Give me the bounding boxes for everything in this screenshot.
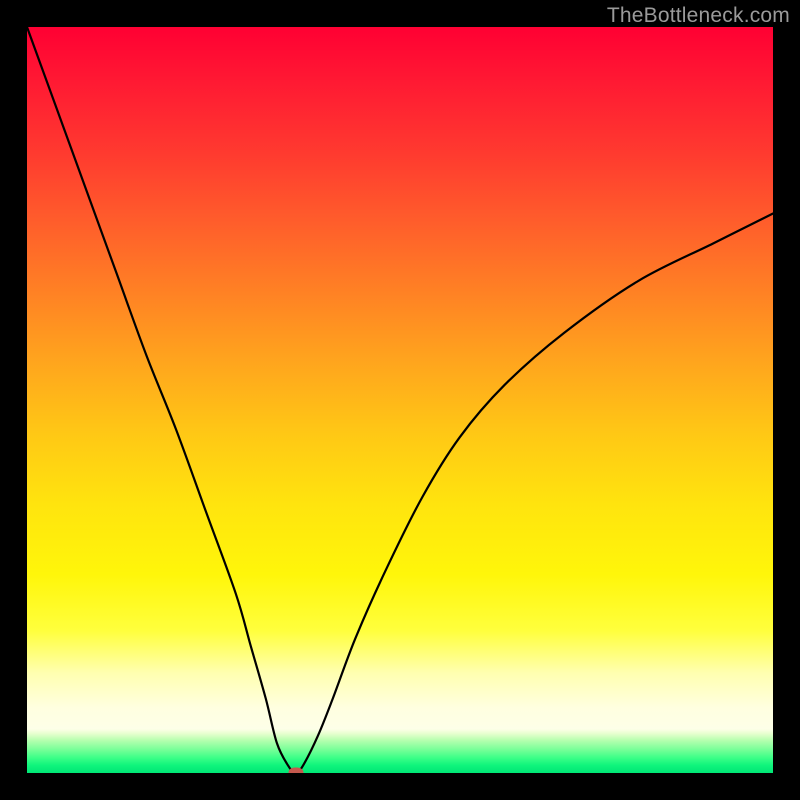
- minimum-marker: [288, 768, 303, 774]
- plot-area: [27, 27, 773, 773]
- chart-frame: TheBottleneck.com: [0, 0, 800, 800]
- bottleneck-curve: [27, 27, 773, 773]
- watermark-text: TheBottleneck.com: [607, 4, 790, 28]
- curve-svg: [27, 27, 773, 773]
